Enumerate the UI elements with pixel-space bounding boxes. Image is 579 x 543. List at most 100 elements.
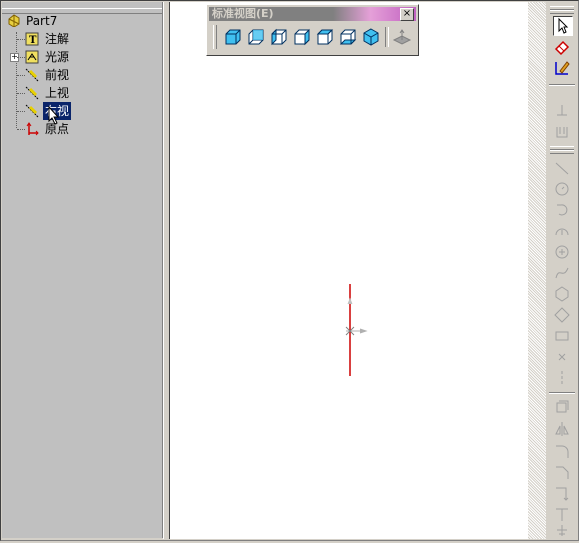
point-button[interactable] <box>553 348 571 366</box>
normal-to-icon <box>392 29 412 45</box>
tree-item-top-plane[interactable]: 上视 <box>4 84 162 102</box>
plane-icon <box>25 86 39 100</box>
spline-button[interactable] <box>553 264 571 282</box>
isometric-view-icon <box>363 28 379 46</box>
tree-connector <box>17 57 25 58</box>
centerline-button[interactable] <box>553 369 571 387</box>
extend-button[interactable] <box>553 505 571 523</box>
smart-dimension-button[interactable] <box>553 102 571 120</box>
toolbar-grip[interactable] <box>213 25 217 49</box>
toolbar-titlebar[interactable]: 标准视图(E) × <box>209 7 416 21</box>
centerpoint-arc-icon <box>555 228 569 236</box>
toolbar-separator <box>549 84 575 86</box>
feature-tree: Part7 T 注解 + 光源 前视 上视 右视 原点 <box>4 12 162 138</box>
select-button[interactable] <box>553 16 573 36</box>
three-point-arc-button[interactable] <box>553 243 571 261</box>
sketch-toolbar <box>547 2 577 539</box>
sketch-icon <box>555 61 570 75</box>
mirror-button[interactable] <box>553 420 571 438</box>
tree-connector <box>17 75 25 76</box>
plane-icon <box>25 68 39 82</box>
origin-axes <box>345 284 368 376</box>
graphics-area[interactable] <box>170 2 528 539</box>
front-view-button[interactable] <box>223 27 243 47</box>
axis-arrow-right-icon <box>359 328 368 334</box>
select-icon <box>558 17 569 34</box>
tree-item-label: 上视 <box>45 86 70 100</box>
right-view-button[interactable] <box>292 27 312 47</box>
offset-button[interactable] <box>553 398 571 416</box>
toolbar-grip[interactable] <box>550 150 574 154</box>
tree-item-front-plane[interactable]: 前视 <box>4 66 162 84</box>
tree-item-label: 注解 <box>45 32 70 46</box>
eraser-button[interactable] <box>553 38 571 56</box>
eraser-icon <box>554 40 570 56</box>
tree-connector <box>17 111 25 112</box>
front-view-icon <box>225 29 241 45</box>
axis-arrow-up-icon <box>347 297 353 305</box>
mirror-icon <box>555 422 569 436</box>
normal-to-button[interactable] <box>392 27 412 47</box>
back-view-icon <box>248 29 264 45</box>
offset-icon <box>556 400 569 413</box>
tangent-arc-button[interactable] <box>553 201 571 219</box>
extend-icon <box>556 508 568 521</box>
bottom-view-icon <box>339 29 357 45</box>
tree-item-origin[interactable]: 原点 <box>4 120 162 138</box>
toolbar-grip[interactable] <box>550 10 574 14</box>
dimension-icon <box>557 105 567 116</box>
spline-icon <box>555 267 569 279</box>
isometric-view-button[interactable] <box>361 27 381 47</box>
annotation-icon: T <box>25 32 39 46</box>
trim-button[interactable] <box>553 484 571 502</box>
tree-item-lights[interactable]: + 光源 <box>4 48 162 66</box>
panel-splitter[interactable] <box>163 2 170 539</box>
toolbar-separator <box>385 27 389 47</box>
tree-connector <box>17 93 25 94</box>
tree-connector <box>17 129 25 130</box>
right-view-icon <box>294 28 310 46</box>
left-view-button[interactable] <box>269 27 289 47</box>
sketch-button[interactable] <box>553 59 571 77</box>
polygon-icon <box>555 286 569 302</box>
polygon-button[interactable] <box>553 285 571 303</box>
tree-item-label: 前视 <box>45 68 70 82</box>
circle-button[interactable] <box>553 180 571 198</box>
standard-views-toolbar[interactable]: 标准视图(E) × <box>206 4 419 56</box>
scroll-pattern <box>528 2 546 539</box>
rectangle-button[interactable] <box>553 306 571 324</box>
tree-root[interactable]: Part7 <box>4 12 162 30</box>
canvas-scroll-strip[interactable] <box>528 2 546 539</box>
centerpoint-arc-button[interactable] <box>553 222 571 240</box>
tree-item-right-plane[interactable]: 右视 <box>4 102 162 125</box>
chamfer-button[interactable] <box>553 463 571 481</box>
bottom-view-button[interactable] <box>338 27 358 47</box>
svg-text:T: T <box>29 35 37 46</box>
split-button[interactable] <box>553 522 571 540</box>
trim-icon <box>556 487 569 501</box>
lighting-icon <box>25 50 39 64</box>
tree-item-label: 原点 <box>45 122 70 136</box>
circle-icon <box>555 182 569 196</box>
parallelogram-button[interactable] <box>553 327 571 345</box>
add-relation-button[interactable] <box>553 123 571 141</box>
feature-tree-panel: Part7 T 注解 + 光源 前视 上视 右视 原点 <box>2 2 163 538</box>
line-icon <box>555 162 569 175</box>
rectangle-icon <box>554 307 570 323</box>
relation-icon <box>556 127 568 138</box>
tree-item-annotations[interactable]: T 注解 <box>4 30 162 48</box>
origin-icon <box>26 122 39 136</box>
plane-icon <box>25 104 39 118</box>
toolbar-close-button[interactable]: × <box>400 8 414 21</box>
split-icon <box>557 525 567 536</box>
line-button[interactable] <box>553 159 571 177</box>
tangent-arc-icon <box>557 204 568 216</box>
fillet-button[interactable] <box>553 442 571 460</box>
part-icon <box>8 14 20 27</box>
tree-connector <box>17 39 25 40</box>
top-view-icon <box>316 29 334 45</box>
back-view-button[interactable] <box>246 27 266 47</box>
tree-item-label: 光源 <box>45 50 70 64</box>
top-view-button[interactable] <box>315 27 335 47</box>
parallelogram-icon <box>555 331 569 341</box>
